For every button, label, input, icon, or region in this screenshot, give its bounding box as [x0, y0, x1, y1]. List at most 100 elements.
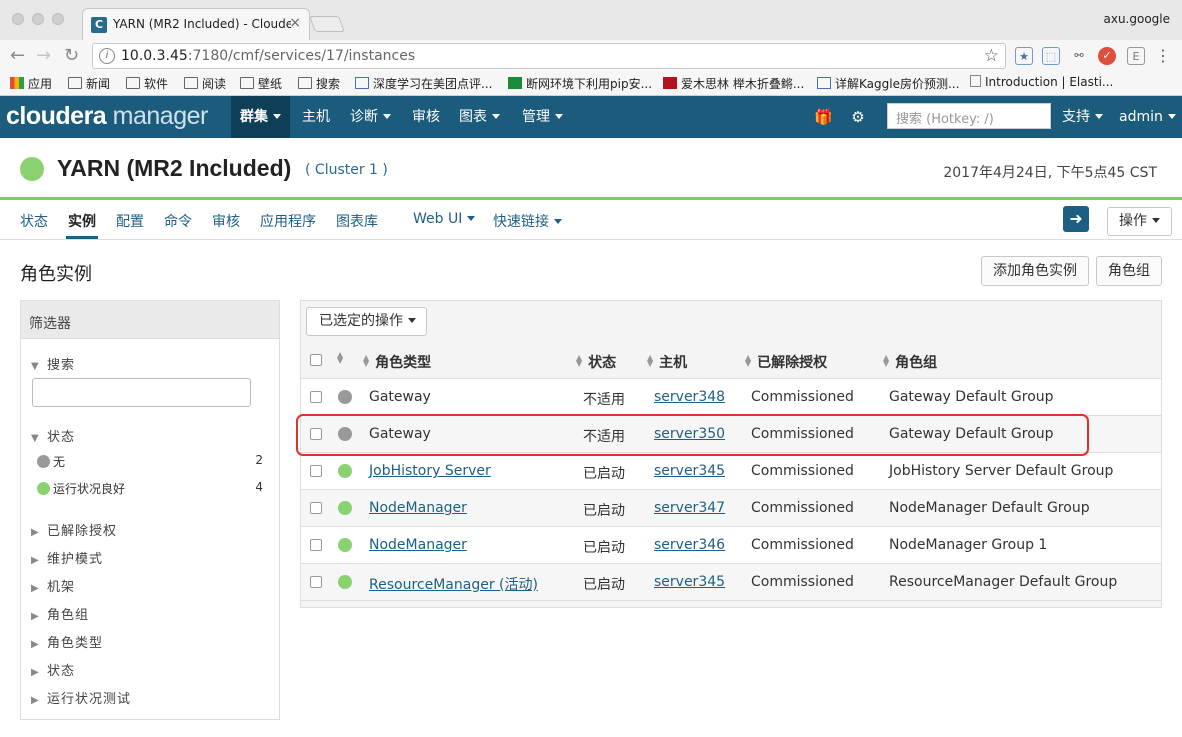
- decommission-cell: Commissioned: [751, 537, 854, 553]
- extension-check-icon[interactable]: ✓: [1098, 47, 1116, 65]
- row-checkbox[interactable]: [310, 465, 322, 477]
- address-bar[interactable]: i 10.0.3.45:7180/cmf/services/17/instanc…: [92, 43, 1006, 69]
- bookmark-kaggle[interactable]: 详解Kaggle房价预测...: [817, 75, 959, 92]
- browser-titlebar: C YARN (MR2 Included) - Cloude × axu.goo…: [0, 0, 1182, 40]
- back-icon[interactable]: ←: [10, 45, 25, 66]
- filter-search-toggle[interactable]: ▼ 搜索: [31, 354, 75, 373]
- nav-diagnostics[interactable]: 诊断: [341, 96, 400, 138]
- filter-decommissioned-toggle[interactable]: ▶ 已解除授权: [31, 520, 117, 539]
- filter-option-none[interactable]: 无: [37, 453, 65, 470]
- cluster-link[interactable]: ( Cluster 1 ): [305, 162, 388, 178]
- chevron-down-icon: [492, 114, 500, 119]
- export-icon[interactable]: ➜: [1063, 206, 1089, 232]
- tab-configuration[interactable]: 配置: [116, 211, 144, 231]
- role-type-cell[interactable]: ResourceManager (活动): [369, 574, 538, 594]
- row-checkbox[interactable]: [310, 539, 322, 551]
- browser-menu-icon[interactable]: ⋮: [1154, 47, 1172, 65]
- filter-role-type-toggle[interactable]: ▶ 角色类型: [31, 632, 103, 651]
- nav-admin[interactable]: 管理: [513, 96, 572, 138]
- column-decommissioned[interactable]: ▲ ▼ 已解除授权: [745, 352, 827, 372]
- bookmark-folder-search[interactable]: 搜索: [298, 75, 340, 92]
- host-link[interactable]: server347: [654, 500, 725, 516]
- filter-status-toggle[interactable]: ▼ 状态: [31, 426, 75, 445]
- filter-state-toggle[interactable]: ▶ 状态: [31, 660, 75, 679]
- tab-close-icon[interactable]: ×: [289, 15, 301, 31]
- nav-support[interactable]: 支持: [1053, 96, 1112, 138]
- row-checkbox[interactable]: [310, 502, 322, 514]
- reload-icon[interactable]: ↻: [64, 45, 79, 66]
- add-role-instances-button[interactable]: 添加角色实例: [981, 256, 1089, 286]
- tab-instances[interactable]: 实例: [68, 211, 96, 231]
- filter-role-group-toggle[interactable]: ▶ 角色组: [31, 604, 89, 623]
- bookmark-pip[interactable]: 断网环境下利用pip安...: [508, 75, 652, 92]
- zoom-window-button[interactable]: [52, 13, 64, 25]
- tab-applications[interactable]: 应用程序: [260, 211, 316, 231]
- nav-clusters[interactable]: 群集: [231, 96, 290, 138]
- nav-audits[interactable]: 审核: [403, 96, 449, 138]
- cloudera-manager-logo[interactable]: cloudera manager: [6, 102, 208, 131]
- actions-button[interactable]: 操作: [1107, 207, 1172, 236]
- tab-chart-library[interactable]: 图表库: [336, 211, 378, 231]
- sort-icon: ▲ ▼: [576, 353, 583, 368]
- browser-profile[interactable]: axu.google: [1103, 12, 1170, 26]
- row-checkbox[interactable]: [310, 391, 322, 403]
- gift-icon[interactable]: 🎁: [814, 108, 833, 126]
- decommission-cell: Commissioned: [751, 463, 854, 479]
- nav-charts[interactable]: 图表: [450, 96, 509, 138]
- bookmark-meituan[interactable]: 深度学习在美团点评...: [355, 75, 492, 92]
- nav-user[interactable]: admin: [1110, 96, 1182, 138]
- column-state[interactable]: ▲ ▼ 状态: [576, 352, 616, 372]
- host-link[interactable]: server345: [654, 463, 725, 479]
- role-type-cell[interactable]: JobHistory Server: [369, 463, 491, 479]
- bookmark-folder-reading[interactable]: 阅读: [184, 75, 226, 92]
- role-type-cell[interactable]: NodeManager: [369, 537, 467, 553]
- forward-icon[interactable]: →: [36, 45, 51, 66]
- extension-reader-icon[interactable]: E: [1127, 47, 1145, 65]
- filter-option-good-health[interactable]: 运行状况良好: [37, 480, 125, 497]
- tab-audits[interactable]: 审核: [212, 211, 240, 231]
- filter-maintenance-toggle[interactable]: ▶ 维护模式: [31, 548, 103, 567]
- role-groups-button[interactable]: 角色组: [1096, 256, 1162, 286]
- folder-icon: [126, 77, 140, 89]
- bookmark-folder-software[interactable]: 软件: [126, 75, 168, 92]
- tab-web-ui[interactable]: Web UI: [413, 211, 476, 227]
- column-host[interactable]: ▲ ▼ 主机: [647, 352, 687, 372]
- t-icon: [663, 77, 677, 89]
- filter-health-test-toggle[interactable]: ▶ 运行状况测试: [31, 688, 131, 707]
- minimize-window-button[interactable]: [32, 13, 44, 25]
- select-all-checkbox[interactable]: [310, 354, 322, 366]
- tab-commands[interactable]: 命令: [164, 211, 192, 231]
- tab-status[interactable]: 状态: [20, 211, 48, 231]
- bookmark-folder-news[interactable]: 新闻: [68, 75, 110, 92]
- selected-actions-button[interactable]: 已选定的操作: [306, 307, 427, 336]
- search-input[interactable]: 搜索 (Hotkey: /): [887, 103, 1051, 129]
- browser-tab[interactable]: C YARN (MR2 Included) - Cloude ×: [82, 8, 310, 40]
- bookmark-folder-wallpaper[interactable]: 壁纸: [240, 75, 282, 92]
- extension-capture-icon[interactable]: ⬚: [1042, 47, 1060, 65]
- tab-quick-links[interactable]: 快速链接: [493, 211, 562, 231]
- nav-hosts[interactable]: 主机: [293, 96, 339, 138]
- bookmark-star-icon[interactable]: ☆: [984, 46, 999, 66]
- bookmark-amsl[interactable]: 爱木思林 榉木折叠鳉...: [663, 75, 804, 92]
- row-checkbox[interactable]: [310, 576, 322, 588]
- host-link[interactable]: server345: [654, 574, 725, 590]
- filter-rack-toggle[interactable]: ▶ 机架: [31, 576, 75, 595]
- folder-icon: [298, 77, 312, 89]
- filter-search-input[interactable]: [32, 378, 251, 407]
- close-window-button[interactable]: [12, 13, 24, 25]
- extension-link-icon[interactable]: ⚯: [1070, 47, 1088, 65]
- host-link[interactable]: server348: [654, 389, 725, 405]
- site-info-icon[interactable]: i: [99, 48, 115, 64]
- new-tab-button[interactable]: [309, 16, 345, 32]
- sort-status-icon[interactable]: ▲ ▼: [337, 351, 349, 368]
- column-role-type[interactable]: ▲ ▼ 角色类型: [363, 352, 431, 372]
- role-type-cell[interactable]: NodeManager: [369, 500, 467, 516]
- bookmark-apps[interactable]: 应用: [10, 75, 52, 92]
- host-link[interactable]: server346: [654, 537, 725, 553]
- extension-bookmark-icon[interactable]: ★: [1015, 47, 1033, 65]
- chevron-down-icon: [273, 114, 281, 119]
- bookmark-elastic[interactable]: Introduction | Elasti...: [970, 75, 1113, 89]
- column-role-group[interactable]: ▲ ▼ 角色组: [883, 352, 937, 372]
- tasks-icon[interactable]: ⚙: [849, 108, 867, 126]
- chevron-down-icon: [1095, 114, 1103, 119]
